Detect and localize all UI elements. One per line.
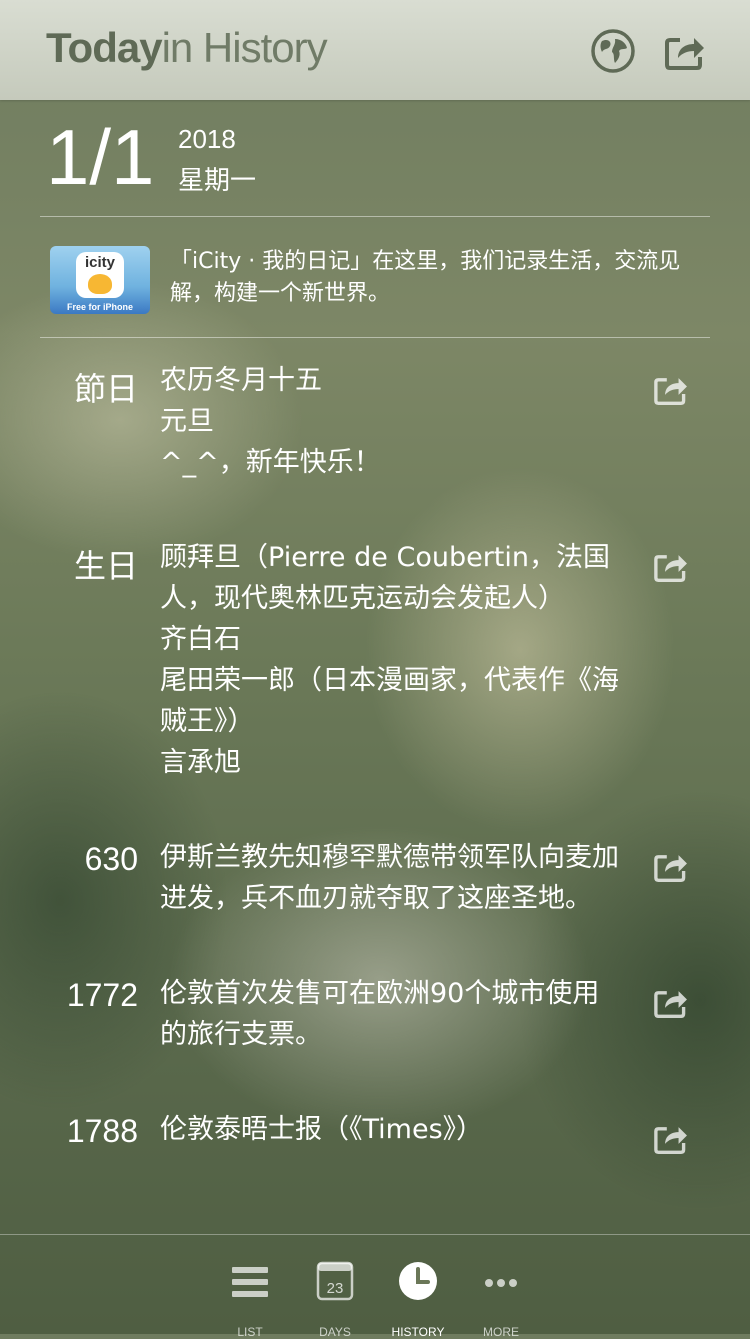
current-date: 1/1	[46, 113, 155, 201]
divider	[40, 216, 710, 217]
share-icon[interactable]	[650, 1117, 692, 1159]
tab-days[interactable]: 23 DAYS	[295, 1257, 375, 1339]
tab-more[interactable]: MORE	[461, 1257, 541, 1339]
entry-line: 伦敦首次发售可在欧洲90个城市使用的旅行支票。	[160, 978, 600, 1050]
app-logo: Todayin History	[46, 24, 328, 72]
entry-label: 節日	[73, 371, 138, 407]
tab-label: MORE	[483, 1325, 519, 1339]
entry-line: 伦敦泰晤士报（《Times》）	[160, 1114, 484, 1145]
share-icon[interactable]	[650, 545, 692, 587]
ad-text: 「iCity · 我的日记」在这里，我们记录生活，交流见解，构建一个新世界。	[170, 249, 681, 306]
icon-caption: Free for iPhone	[66, 302, 133, 312]
date-header: 1/1 2018 星期一	[46, 112, 726, 212]
icity-brand-text: icity	[84, 254, 115, 271]
list-item: 1788 伦敦泰晤士报（《Times》）	[0, 1109, 750, 1154]
entry-label: 生日	[73, 548, 138, 584]
current-year: 2018	[178, 124, 236, 154]
share-icon[interactable]	[650, 368, 692, 410]
history-list: 節日 农历冬月十五 元旦 ^_^，新年快乐！ 生日 顾拜旦（Pierre de …	[0, 360, 750, 1233]
globe-icon	[591, 29, 635, 73]
list-icon	[232, 1267, 268, 1297]
share-icon	[665, 38, 704, 70]
entry-line: 言承旭	[160, 747, 241, 778]
top-bar: Todayin History	[0, 0, 750, 100]
calendar-badge: 23	[327, 1280, 344, 1297]
icity-app-icon[interactable]: icity Free for iPhone	[50, 246, 150, 314]
list-item: 節日 农历冬月十五 元旦 ^_^，新年快乐！	[0, 360, 750, 483]
share-icon[interactable]	[650, 845, 692, 887]
entry-label: 630	[84, 841, 138, 877]
tab-list[interactable]: LIST	[210, 1257, 290, 1339]
globe-button[interactable]	[588, 26, 638, 76]
tab-bar: LIST 23 DAYS HISTORY MORE	[0, 1234, 750, 1339]
clock-icon	[399, 1262, 437, 1300]
entry-label: 1772	[66, 977, 138, 1013]
entry-label: 1788	[66, 1113, 138, 1149]
share-icon[interactable]	[650, 981, 692, 1023]
entry-line: 齐白石	[160, 624, 241, 655]
tab-history[interactable]: HISTORY	[378, 1257, 458, 1339]
current-weekday: 星期一	[178, 166, 257, 196]
entry-line: 元旦	[160, 406, 214, 437]
logo-bold: Today	[46, 24, 163, 71]
entry-line: ^_^，新年快乐！	[160, 447, 381, 478]
list-item: 630 伊斯兰教先知穆罕默德带领军队向麦加进发，兵不血刃就夺取了这座圣地。	[0, 837, 750, 919]
ad-banner[interactable]: icity Free for iPhone 「iCity · 我的日记」在这里，…	[50, 246, 710, 316]
calendar-icon: 23	[316, 1261, 354, 1301]
divider	[40, 337, 710, 338]
entry-line: 尾田荣一郎（日本漫画家，代表作《海贼王》）	[160, 665, 619, 737]
entry-line: 伊斯兰教先知穆罕默德带领军队向麦加进发，兵不血刃就夺取了这座圣地。	[160, 842, 619, 914]
bird-icon	[88, 274, 112, 294]
header-share-button[interactable]	[660, 26, 710, 76]
more-icon	[485, 1279, 517, 1287]
list-item: 生日 顾拜旦（Pierre de Coubertin，法国人，现代奥林匹克运动会…	[0, 537, 750, 783]
entry-line: 顾拜旦（Pierre de Coubertin，法国人，现代奥林匹克运动会发起人…	[160, 542, 610, 614]
list-item: 1772 伦敦首次发售可在欧洲90个城市使用的旅行支票。	[0, 973, 750, 1055]
logo-light: in History	[161, 24, 328, 71]
entry-line: 农历冬月十五	[160, 365, 322, 396]
